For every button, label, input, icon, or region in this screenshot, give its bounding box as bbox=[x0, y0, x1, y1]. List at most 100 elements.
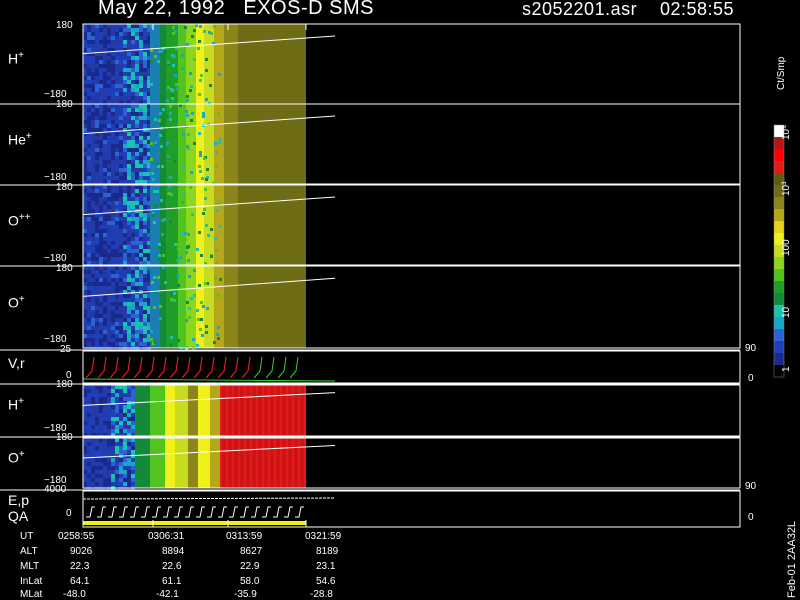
heatmap-cell bbox=[83, 44, 87, 48]
heatmap-cell bbox=[119, 249, 123, 253]
heatmap-cell bbox=[111, 482, 115, 486]
heatmap-cell bbox=[119, 189, 123, 193]
heatmap-cell bbox=[115, 148, 119, 152]
heatmap-stripe bbox=[280, 385, 282, 436]
heatmap-cell bbox=[99, 282, 103, 286]
heatmap-cell bbox=[103, 446, 107, 450]
heatmap-cell bbox=[95, 221, 99, 225]
heatmap-cell bbox=[87, 318, 91, 322]
heatmap-cell bbox=[111, 438, 115, 442]
heatmap-cell bbox=[131, 140, 135, 144]
heatmap-cell bbox=[189, 186, 192, 189]
heatmap-cell bbox=[205, 178, 208, 181]
heatmap-cell bbox=[91, 318, 95, 322]
heatmap-cell bbox=[87, 156, 91, 160]
heatmap-cell bbox=[139, 36, 143, 40]
heatmap-cell bbox=[131, 52, 135, 56]
heatmap-cell bbox=[87, 201, 91, 205]
heatmap-cell bbox=[91, 205, 95, 209]
heatmap-cell bbox=[83, 270, 87, 274]
heatmap-cell bbox=[123, 72, 127, 76]
heatmap-cell bbox=[143, 306, 147, 310]
heatmap-cell bbox=[131, 257, 135, 261]
heatmap-cell bbox=[107, 197, 111, 201]
heatmap-cell bbox=[193, 142, 196, 145]
heatmap-cell bbox=[99, 92, 103, 96]
heatmap-cell bbox=[91, 88, 95, 92]
heatmap-cell bbox=[103, 36, 107, 40]
heatmap-cell bbox=[127, 193, 131, 197]
heatmap-cell bbox=[135, 306, 139, 310]
heatmap-cell bbox=[99, 290, 103, 294]
heatmap-cell bbox=[127, 72, 131, 76]
heatmap-cell bbox=[127, 156, 131, 160]
heatmap-cell bbox=[83, 108, 87, 112]
heatmap-cell bbox=[131, 405, 135, 409]
heatmap-cell bbox=[139, 80, 143, 84]
heatmap-cell bbox=[119, 92, 123, 96]
heatmap-cell bbox=[143, 257, 147, 261]
heatmap-cell bbox=[172, 32, 175, 35]
heatmap-cell bbox=[127, 249, 131, 253]
heatmap-cell bbox=[99, 64, 103, 68]
heatmap-cell bbox=[103, 421, 107, 425]
heatmap-cell bbox=[91, 76, 95, 80]
heatmap-cell bbox=[95, 201, 99, 205]
heatmap-cell bbox=[153, 221, 156, 224]
heatmap-cell bbox=[139, 180, 143, 184]
heatmap-cell bbox=[103, 80, 107, 84]
heatmap-cell bbox=[115, 124, 119, 128]
heatmap-cell bbox=[123, 429, 127, 433]
heatmap-cell bbox=[115, 253, 119, 257]
heatmap-cell bbox=[123, 44, 127, 48]
heatmap-cell bbox=[91, 478, 95, 482]
heatmap-cell bbox=[99, 314, 103, 318]
heatmap-cell bbox=[131, 221, 135, 225]
heatmap-cell bbox=[99, 298, 103, 302]
heatmap-cell bbox=[188, 316, 191, 319]
heatmap-cell bbox=[119, 112, 123, 116]
qa-trace bbox=[185, 506, 194, 518]
heatmap-cell bbox=[127, 274, 131, 278]
heatmap-cell bbox=[123, 164, 127, 168]
heatmap-band bbox=[165, 385, 175, 436]
heatmap-cell bbox=[111, 229, 115, 233]
heatmap-cell bbox=[83, 160, 87, 164]
heatmap-cell bbox=[87, 168, 91, 172]
heatmap-cell bbox=[119, 148, 123, 152]
heatmap-cell bbox=[111, 318, 115, 322]
heatmap-cell bbox=[99, 136, 103, 140]
heatmap-cell bbox=[131, 40, 135, 44]
heatmap-cell bbox=[161, 219, 164, 222]
heatmap-cell bbox=[139, 225, 143, 229]
heatmap-cell bbox=[131, 253, 135, 257]
heatmap-cell bbox=[107, 84, 111, 88]
heatmap-cell bbox=[119, 172, 123, 176]
heatmap-cell bbox=[83, 120, 87, 124]
heatmap-cell bbox=[216, 333, 219, 336]
heatmap-cell bbox=[103, 209, 107, 213]
heatmap-cell bbox=[95, 225, 99, 229]
heatmap-cell bbox=[123, 140, 127, 144]
heatmap-cell bbox=[111, 72, 115, 76]
heatmap-cell bbox=[87, 425, 91, 429]
heatmap-cell bbox=[127, 136, 131, 140]
heatmap-cell bbox=[131, 326, 135, 330]
heatmap-cell bbox=[115, 80, 119, 84]
heatmap-cell bbox=[115, 36, 119, 40]
heatmap-cell bbox=[91, 80, 95, 84]
heatmap-cell bbox=[189, 72, 192, 75]
colorbar-tick-1000: 10³ bbox=[781, 181, 792, 196]
heatmap-cell bbox=[87, 342, 91, 346]
heatmap-cell bbox=[111, 286, 115, 290]
heatmap-cell bbox=[87, 28, 91, 32]
heatmap-cell bbox=[115, 120, 119, 124]
heatmap-cell bbox=[131, 176, 135, 180]
heatmap-cell bbox=[139, 156, 143, 160]
heatmap-cell bbox=[91, 197, 95, 201]
heatmap-cell bbox=[99, 116, 103, 120]
heatmap-cell bbox=[107, 164, 111, 168]
heatmap-cell bbox=[135, 221, 139, 225]
heatmap-cell bbox=[111, 84, 115, 88]
heatmap-cell bbox=[123, 56, 127, 60]
